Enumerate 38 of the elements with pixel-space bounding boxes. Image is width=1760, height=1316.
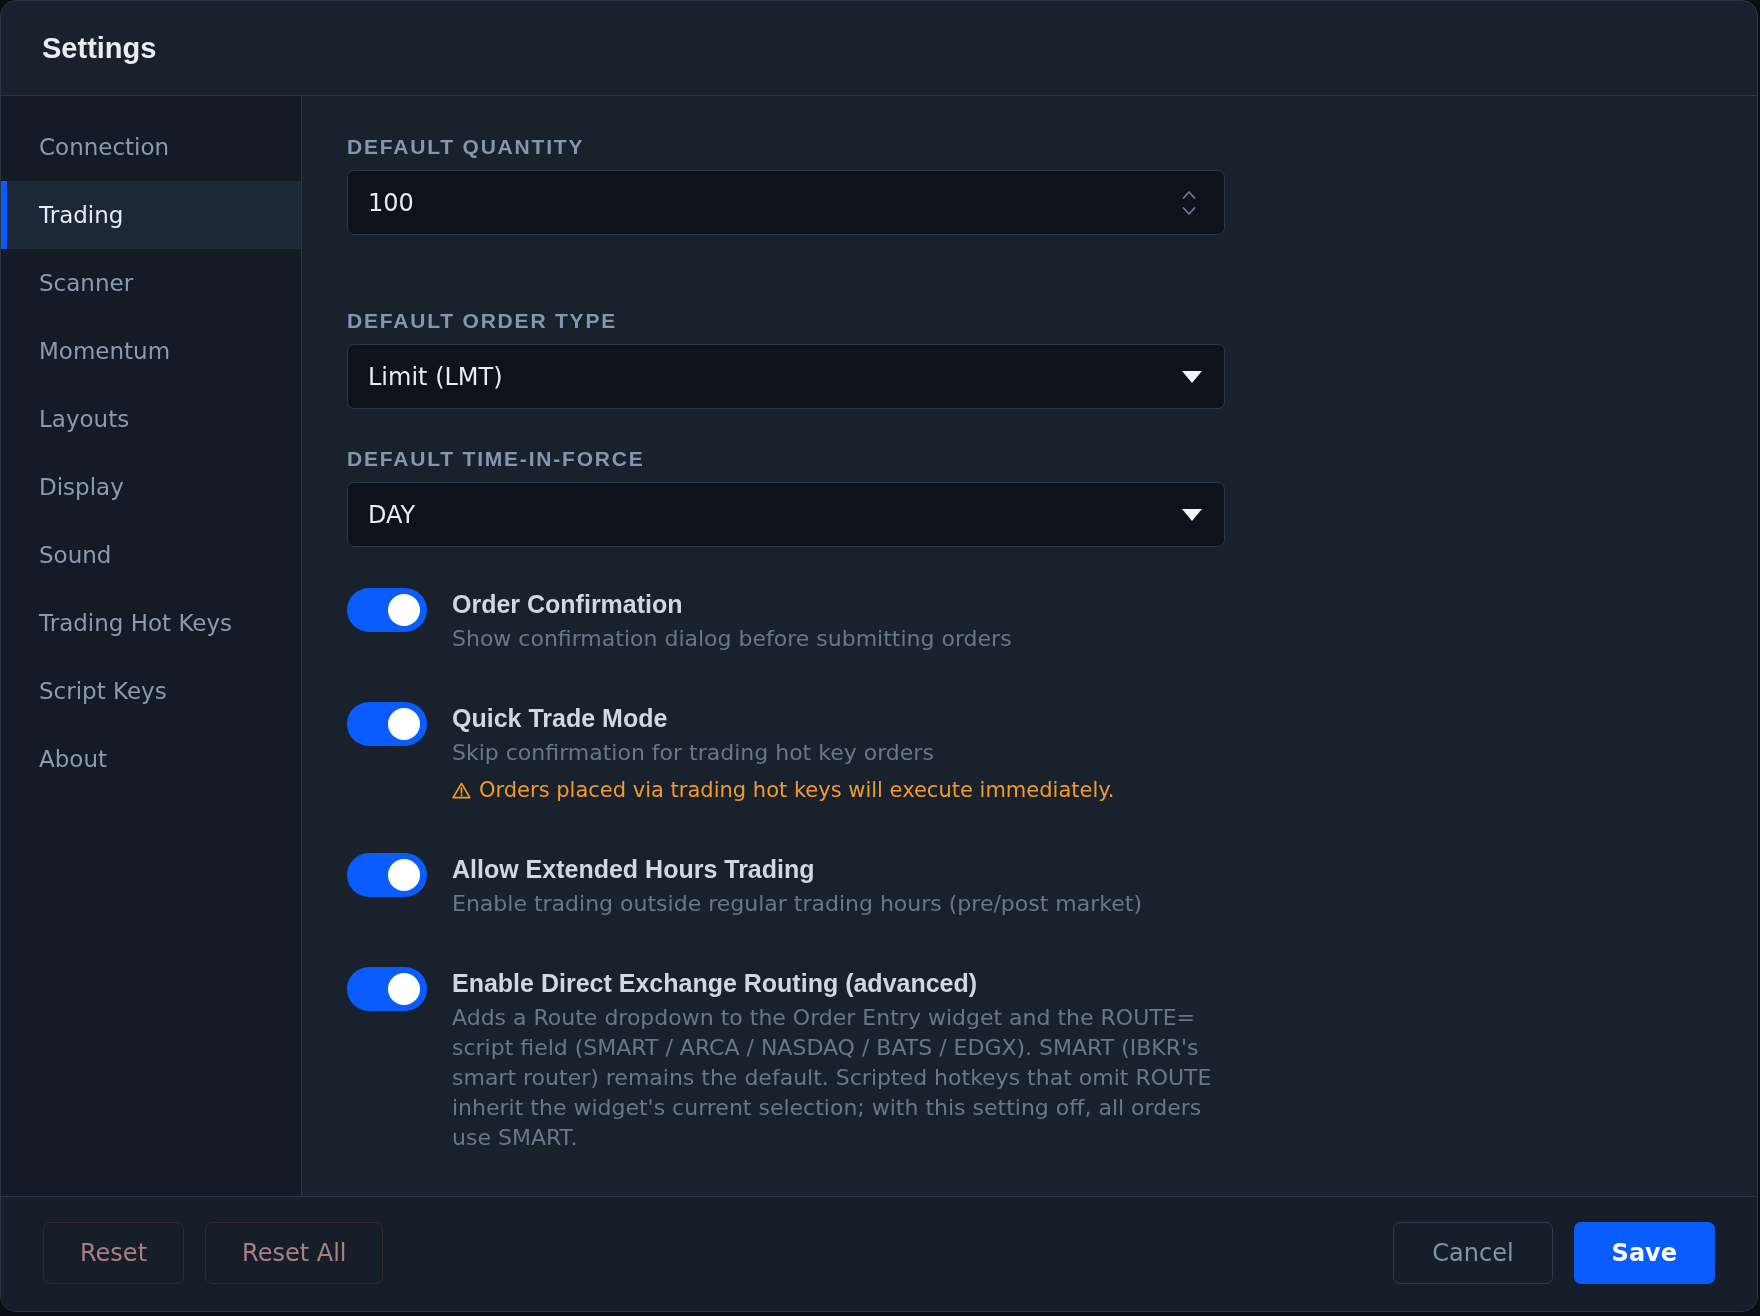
sidebar-item[interactable]: Connection [1,113,301,181]
dropdown[interactable]: Limit (LMT) [347,344,1225,409]
field-label: DEFAULT QUANTITY [347,134,585,160]
sidebar-item[interactable]: Layouts [1,385,301,453]
toggle-switch[interactable] [347,967,427,1011]
toggle-switch[interactable] [347,702,427,746]
setting-title: Enable Direct Exchange Routing (advanced) [452,968,978,999]
sidebar-item[interactable]: Display [1,453,301,521]
setting-title: Order Confirmation [452,589,683,620]
footer-button[interactable]: Reset All [205,1222,384,1284]
sidebar-item[interactable]: About [1,725,301,793]
sidebar-item[interactable]: Script Keys [1,657,301,725]
toggle-switch[interactable] [347,588,427,632]
caret-icon [1182,370,1202,383]
dropdown[interactable]: DAY [347,482,1225,547]
setting-description: Enable trading outside regular trading hours (pre/post market) [452,890,1142,918]
field-label: DEFAULT ORDER TYPE [347,308,618,334]
sidebar-item[interactable]: Sound [1,521,301,589]
setting-description: Show confirmation dialog before submitting orders [452,625,1012,653]
sidebar-item[interactable]: Scanner [1,249,301,317]
setting-title: Quick Trade Mode [452,703,668,734]
toggle-switch[interactable] [347,853,427,897]
setting-title: Allow Extended Hours Trading [452,854,815,885]
dialog-title: Settings [42,31,157,65]
sidebar-item[interactable]: Trading [1,181,301,249]
sidebar-item[interactable]: Momentum [1,317,301,385]
spinner-icon[interactable] [1182,188,1196,217]
footer-button[interactable]: Save [1573,1222,1715,1284]
field-label: DEFAULT TIME-IN-FORCE [347,446,645,472]
setting-description: Skip confirmation for trading hot key orders [452,739,934,767]
caret-icon [1182,508,1202,521]
warning-icon [452,781,471,799]
number-input[interactable]: 100 [347,170,1225,235]
warning-text: Orders placed via trading hot keys will execute immediately. [479,777,1115,804]
footer-button[interactable]: Cancel [1393,1222,1553,1284]
setting-description: Adds a Route dropdown to the Order Entry widget and the ROUTE= script field (SMART / ARCA / NASDAQ / BATS / EDGX). SMART (IBKR's smart router) remains the default. Scripted hotkeys that omit ROUTE inherit the widget's current selection; with this setting off, all orders use SMART. [452,1004,1213,1152]
footer-button[interactable]: Reset [43,1222,185,1284]
sidebar-item[interactable]: Trading Hot Keys [1,589,301,657]
